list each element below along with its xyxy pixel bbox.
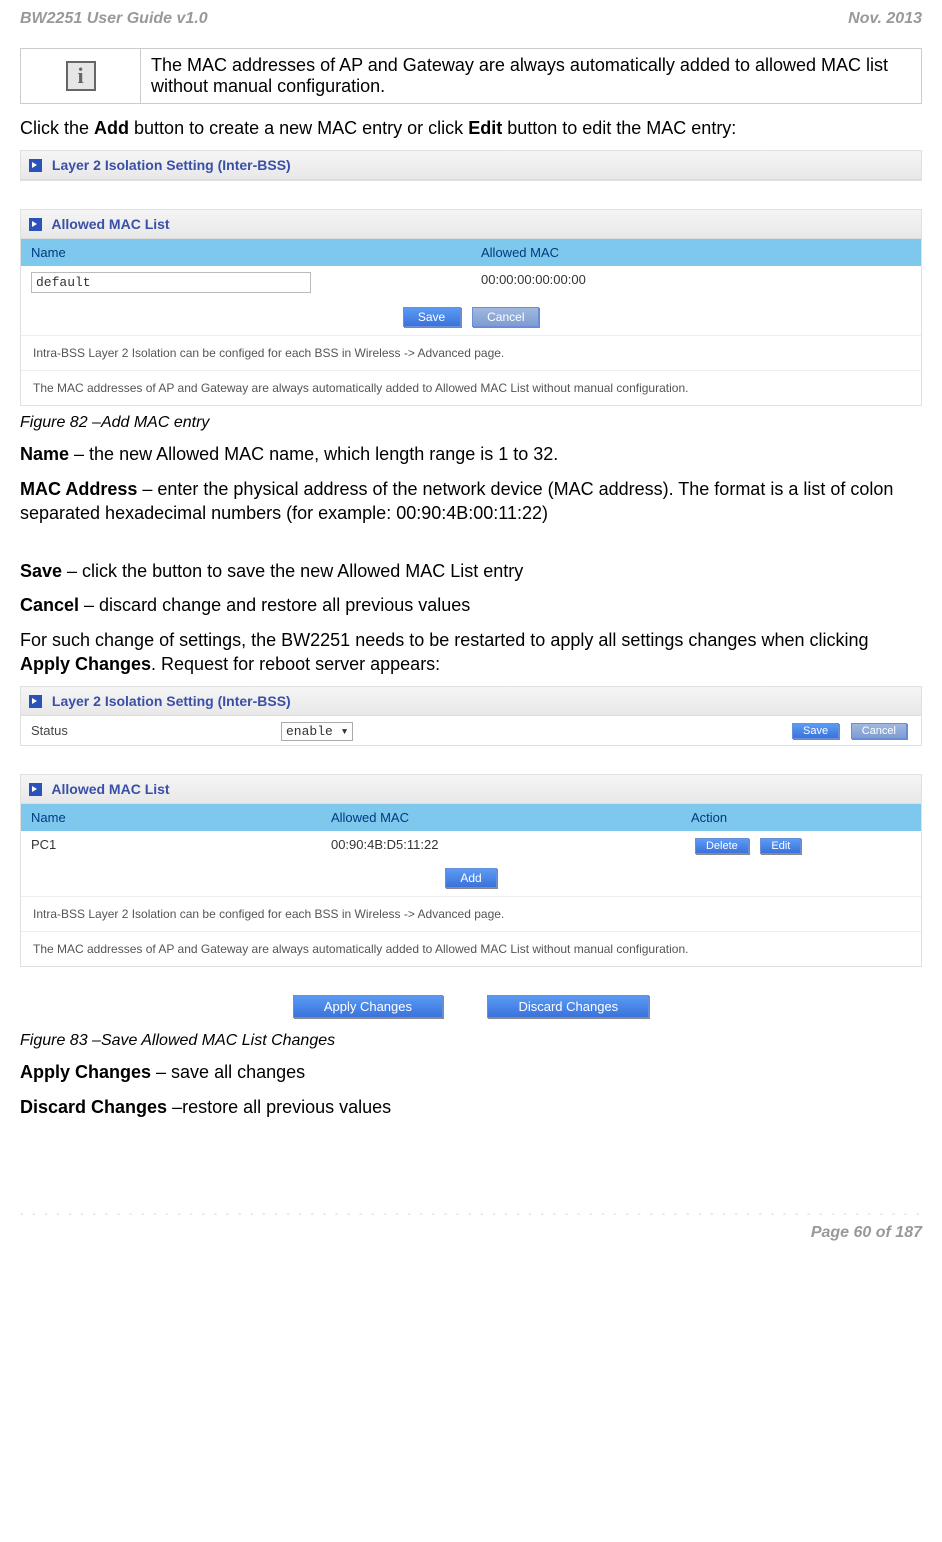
- apply-label: Apply Changes: [20, 1062, 151, 1082]
- status-buttons: Save Cancel: [788, 722, 911, 739]
- mac-cell: 00:00:00:00:00:00: [471, 266, 921, 299]
- save-button[interactable]: Save: [792, 723, 839, 739]
- panel2-note1: Intra-BSS Layer 2 Isolation can be confi…: [21, 335, 921, 370]
- intro-mid: button to create a new MAC entry or clic…: [129, 118, 468, 138]
- row-actions: Delete Edit: [681, 831, 920, 860]
- panel-header: Layer 2 Isolation Setting (Inter-BSS): [21, 151, 921, 180]
- save-desc: – click the button to save the new Allow…: [62, 561, 523, 581]
- intro-pre: Click the: [20, 118, 94, 138]
- info-text: The MAC addresses of AP and Gateway are …: [141, 49, 922, 104]
- save-label: Save: [20, 561, 62, 581]
- cancel-desc-line: Cancel – discard change and restore all …: [20, 593, 922, 617]
- panel4-header: Allowed MAC List: [21, 775, 921, 804]
- restart-pre: For such change of settings, the BW2251 …: [20, 630, 869, 650]
- cancel-desc: – discard change and restore all previou…: [79, 595, 470, 615]
- arrow-icon: [29, 159, 42, 172]
- name-cell: default: [21, 266, 471, 299]
- table-row: PC1 00:90:4B:D5:11:22 Delete Edit: [21, 831, 921, 860]
- page-header: BW2251 User Guide v1.0 Nov. 2013: [20, 10, 922, 28]
- panel1-title: Layer 2 Isolation Setting (Inter-BSS): [52, 157, 291, 173]
- panel-allowed-mac-list: Allowed MAC List Name Allowed MAC Action…: [20, 774, 922, 967]
- info-icon: i: [66, 61, 96, 91]
- delete-button[interactable]: Delete: [695, 838, 749, 854]
- panel4-note1: Intra-BSS Layer 2 Isolation can be confi…: [21, 896, 921, 931]
- col-mac: Allowed MAC: [471, 239, 921, 266]
- panel4-note2: The MAC addresses of AP and Gateway are …: [21, 931, 921, 966]
- panel2-title: Allowed MAC List: [51, 216, 169, 232]
- panel-layer2-status: Layer 2 Isolation Setting (Inter-BSS) St…: [20, 686, 922, 746]
- save-desc-line: Save – click the button to save the new …: [20, 559, 922, 583]
- apply-desc: – save all changes: [151, 1062, 305, 1082]
- figure-83-caption: Figure 83 –Save Allowed MAC List Changes: [20, 1032, 922, 1050]
- panel2-thead: Name Allowed MAC: [21, 239, 921, 266]
- row-name: PC1: [21, 831, 321, 860]
- edit-button[interactable]: Edit: [760, 838, 801, 854]
- panel-allowed-mac-edit: Allowed MAC List Name Allowed MAC defaul…: [20, 209, 922, 406]
- add-button[interactable]: Add: [445, 868, 496, 888]
- name-input[interactable]: default: [31, 272, 311, 293]
- col-mac: Allowed MAC: [321, 804, 681, 831]
- panel4-addrow: Add: [21, 860, 921, 896]
- page-number: Page 60 of 187: [20, 1224, 922, 1242]
- restart-line: For such change of settings, the BW2251 …: [20, 628, 922, 677]
- info-callout: i The MAC addresses of AP and Gateway ar…: [20, 48, 922, 104]
- panel2-note2: The MAC addresses of AP and Gateway are …: [21, 370, 921, 405]
- discard-desc: –restore all previous values: [167, 1097, 391, 1117]
- arrow-icon: [29, 218, 42, 231]
- discard-label: Discard Changes: [20, 1097, 167, 1117]
- discard-changes-button[interactable]: Discard Changes: [487, 995, 649, 1018]
- panel4-thead: Name Allowed MAC Action: [21, 804, 921, 831]
- arrow-icon: [29, 695, 42, 708]
- intro-post: button to edit the MAC entry:: [502, 118, 736, 138]
- status-select[interactable]: enable ▾: [281, 722, 353, 741]
- panel4-title: Allowed MAC List: [51, 781, 169, 797]
- status-label: Status: [31, 723, 281, 738]
- status-row: Status enable ▾ Save Cancel: [21, 716, 921, 745]
- figure-82-caption: Figure 82 –Add MAC entry: [20, 414, 922, 432]
- cancel-button[interactable]: Cancel: [472, 307, 539, 327]
- arrow-icon: [29, 783, 42, 796]
- panel2-header: Allowed MAC List: [21, 210, 921, 239]
- doc-title: BW2251 User Guide v1.0: [20, 10, 208, 28]
- apply-desc-line: Apply Changes – save all changes: [20, 1060, 922, 1084]
- mac-label: MAC Address: [20, 479, 137, 499]
- footer-divider: - - - - - - - - - - - - - - - - - - - - …: [20, 1209, 922, 1220]
- status-value: enable: [286, 724, 333, 739]
- save-button[interactable]: Save: [403, 307, 461, 327]
- panel2-buttons: Save Cancel: [21, 299, 921, 335]
- col-name: Name: [21, 804, 321, 831]
- row-mac: 00:90:4B:D5:11:22: [321, 831, 681, 860]
- info-icon-cell: i: [21, 49, 141, 104]
- panel3-header: Layer 2 Isolation Setting (Inter-BSS): [21, 687, 921, 716]
- intro-edit: Edit: [468, 118, 502, 138]
- name-desc: – the new Allowed MAC name, which length…: [69, 444, 558, 464]
- col-name: Name: [21, 239, 471, 266]
- mac-desc-line: MAC Address – enter the physical address…: [20, 477, 922, 526]
- panel3-title: Layer 2 Isolation Setting (Inter-BSS): [52, 693, 291, 709]
- cancel-label: Cancel: [20, 595, 79, 615]
- name-label: Name: [20, 444, 69, 464]
- intro-add: Add: [94, 118, 129, 138]
- apply-discard-row: Apply Changes Discard Changes: [20, 995, 922, 1018]
- cancel-button[interactable]: Cancel: [851, 723, 907, 739]
- mac-desc: – enter the physical address of the netw…: [20, 479, 893, 523]
- restart-post: . Request for reboot server appears:: [151, 654, 440, 674]
- panel-layer2-top: Layer 2 Isolation Setting (Inter-BSS): [20, 150, 922, 181]
- apply-changes-button[interactable]: Apply Changes: [293, 995, 443, 1018]
- restart-bold: Apply Changes: [20, 654, 151, 674]
- panel2-row: default 00:00:00:00:00:00: [21, 266, 921, 299]
- doc-date: Nov. 2013: [848, 10, 922, 28]
- intro-line: Click the Add button to create a new MAC…: [20, 116, 922, 140]
- status-select-wrap: enable ▾: [281, 723, 353, 739]
- discard-desc-line: Discard Changes –restore all previous va…: [20, 1095, 922, 1119]
- name-desc-line: Name – the new Allowed MAC name, which l…: [20, 442, 922, 466]
- col-action: Action: [681, 804, 920, 831]
